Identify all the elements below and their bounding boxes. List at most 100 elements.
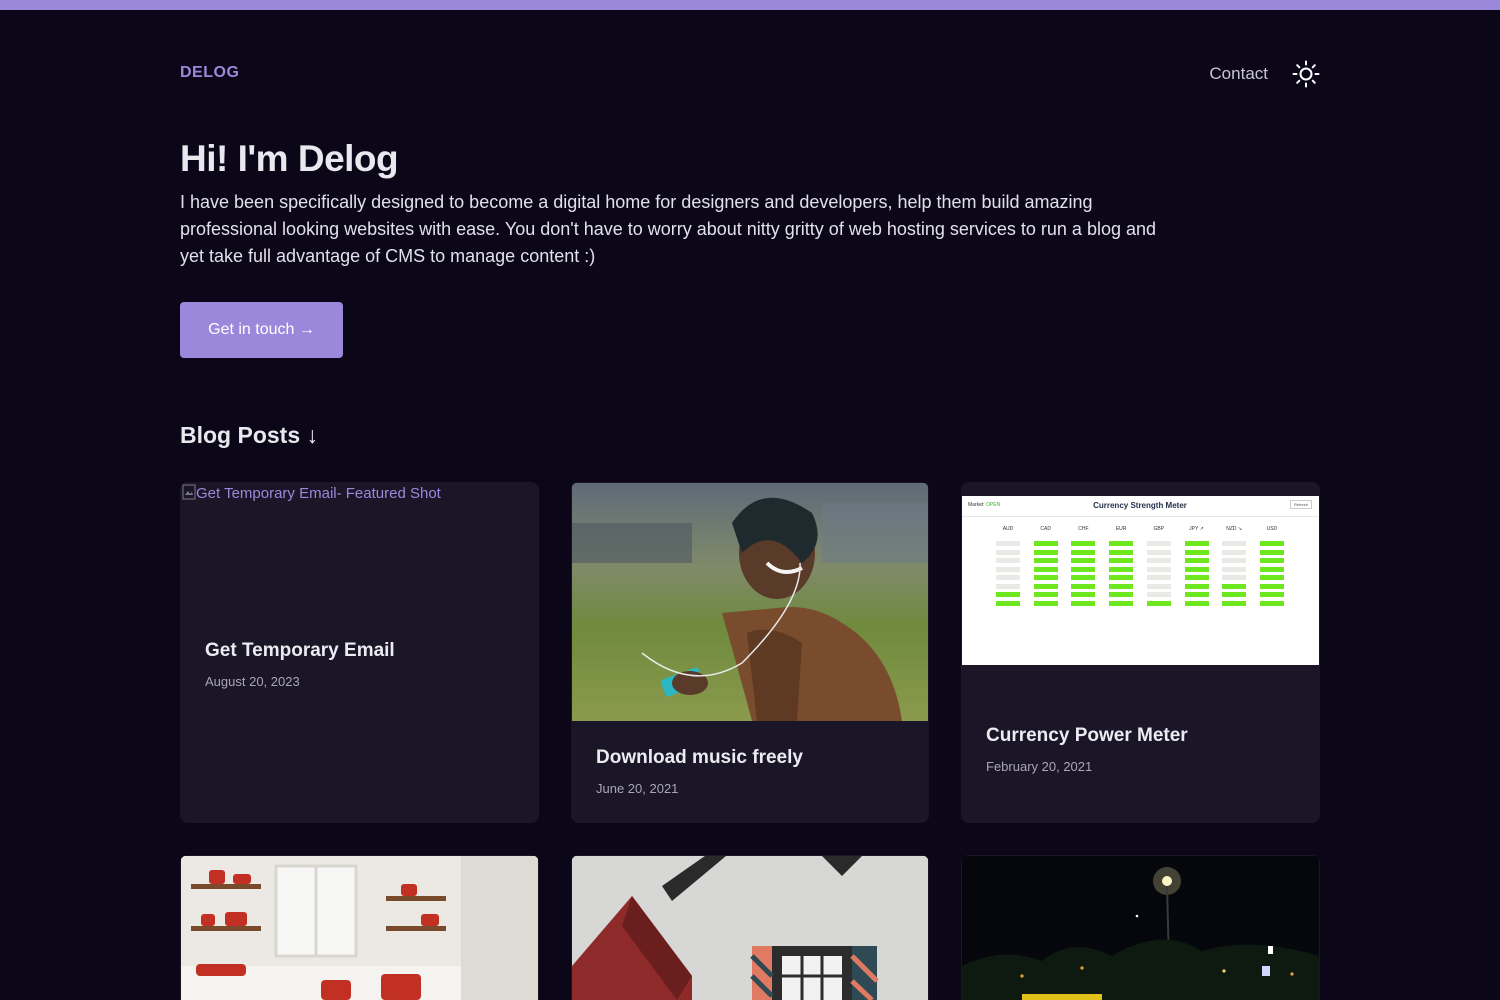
meter-refresh-label: Refresh: [1289, 500, 1312, 509]
meter-currency-label: EUR: [1115, 526, 1127, 532]
meter-segment: [1071, 549, 1096, 555]
meter-currency-label: CHF: [1078, 526, 1089, 532]
post-date: February 20, 2021: [986, 759, 1093, 774]
meter-segment: [1259, 541, 1284, 547]
meter-currency-label: USD: [1266, 526, 1278, 532]
meter-segment: [1146, 592, 1171, 598]
meter-segment: [1109, 592, 1134, 598]
hero-description: I have been specifically designed to bec…: [180, 192, 1157, 266]
post-card-download-music[interactable]: Download music freely June 20, 2021: [571, 482, 929, 823]
meter-column-6: JPY ↗: [1184, 526, 1209, 651]
meter-segment: [996, 575, 1020, 581]
meter-segment: [1222, 549, 1247, 555]
post-thumbnail-night-street: [962, 856, 1319, 1000]
post-card-night-street[interactable]: [961, 855, 1320, 1000]
theme-toggle-button[interactable]: [1292, 60, 1320, 88]
meter-segment: [1184, 583, 1209, 589]
meter-column-4: EUR: [1109, 526, 1134, 651]
meter-segment: [1259, 558, 1284, 564]
meter-segment: [1259, 583, 1284, 589]
meter-currency-label: CAD: [1040, 526, 1051, 532]
meter-segment: [1033, 558, 1058, 564]
meter-segment: [996, 566, 1020, 572]
meter-segment: [1222, 541, 1247, 547]
meter-segment: [1259, 592, 1284, 598]
meter-column-2: CAD: [1033, 526, 1058, 651]
meter-column-3: CHF: [1071, 526, 1096, 651]
post-card-building[interactable]: [571, 855, 929, 1000]
meter-segment: [1033, 549, 1058, 555]
meter-segment: [1109, 549, 1134, 555]
meter-segment: [996, 541, 1020, 547]
meter-currency-label: AUD: [1002, 526, 1014, 532]
post-card-currency-meter[interactable]: Market: OPEN Currency Strength Meter Ref…: [961, 482, 1320, 823]
meter-segment: [1146, 549, 1171, 555]
post-title[interactable]: Download music freely: [596, 747, 803, 769]
get-in-touch-button[interactable]: Get in touch →: [180, 302, 343, 358]
meter-column-5: GBP: [1146, 526, 1171, 651]
meter-segment: [1071, 566, 1096, 572]
meter-segment: [1033, 541, 1058, 547]
meter-header: Market: OPEN Currency Strength Meter Ref…: [962, 496, 1318, 517]
post-card-kitchen[interactable]: [180, 855, 539, 1000]
meter-segment: [1109, 541, 1134, 547]
post-card-temporary-email[interactable]: Get Temporary Email- Featured Shot Get T…: [180, 482, 539, 823]
meter-segment: [1146, 583, 1171, 589]
meter-segment: [1184, 600, 1209, 606]
broken-image-icon: [182, 484, 196, 500]
meter-segment: [1222, 575, 1247, 581]
meter-column-1: AUD: [996, 526, 1020, 651]
meter-segment: [1259, 549, 1284, 555]
meter-segment: [1109, 583, 1134, 589]
meter-segment: [1071, 541, 1096, 547]
blog-posts-heading: Blog Posts ↓: [180, 422, 319, 448]
meter-segment: [1071, 592, 1096, 598]
meter-segment: [1071, 583, 1096, 589]
meter-segment: [1184, 549, 1209, 555]
meter-segment: [1222, 566, 1247, 572]
meter-column-8: USD: [1259, 526, 1284, 651]
meter-segment: [1109, 575, 1134, 581]
meter-segment: [1222, 583, 1247, 589]
meter-segment: [1222, 592, 1247, 598]
meter-segment: [996, 592, 1020, 598]
meter-segment: [1033, 600, 1058, 606]
nav-contact-link[interactable]: Contact: [1209, 64, 1268, 84]
meter-title: Currency Strength Meter: [1093, 501, 1187, 510]
meter-segment: [1184, 558, 1209, 564]
meter-segment: [1146, 575, 1171, 581]
post-thumbnail-kitchen: [181, 856, 538, 1000]
meter-segment: [1259, 575, 1284, 581]
meter-segment: [1109, 566, 1134, 572]
meter-segment: [1146, 600, 1171, 606]
post-title[interactable]: Get Temporary Email: [205, 640, 395, 662]
meter-segment: [1033, 592, 1058, 598]
post-thumbnail-building: [572, 856, 928, 1000]
meter-segment: [1071, 600, 1096, 606]
meter-segment: [1109, 600, 1134, 606]
meter-segment: [1071, 575, 1096, 581]
meter-segment: [1184, 592, 1209, 598]
meter-segment: [1033, 575, 1058, 581]
hero-title: Hi! I'm Delog: [180, 138, 399, 179]
meter-segment: [1222, 600, 1247, 606]
top-accent-bar: [0, 0, 1500, 10]
meter-segment: [996, 558, 1020, 564]
meter-segment: [1259, 566, 1284, 572]
meter-segment: [1184, 566, 1209, 572]
meter-segment: [996, 583, 1020, 589]
site-header: DELOG Contact: [180, 56, 1320, 92]
meter-segment: [1146, 566, 1171, 572]
meter-segment: [996, 549, 1020, 555]
meter-currency-label: NZD ↘: [1226, 526, 1243, 532]
meter-segment: [996, 600, 1020, 606]
meter-segment: [1259, 600, 1284, 606]
meter-currency-label: GBP: [1153, 526, 1165, 532]
post-title[interactable]: Currency Power Meter: [986, 725, 1188, 747]
meter-segment: [1146, 558, 1171, 564]
meter-segment: [1146, 541, 1171, 547]
site-logo[interactable]: DELOG: [180, 64, 239, 82]
post-date: June 20, 2021: [596, 781, 679, 796]
meter-column-7: NZD ↘: [1222, 526, 1247, 651]
post-date: August 20, 2023: [205, 674, 300, 689]
